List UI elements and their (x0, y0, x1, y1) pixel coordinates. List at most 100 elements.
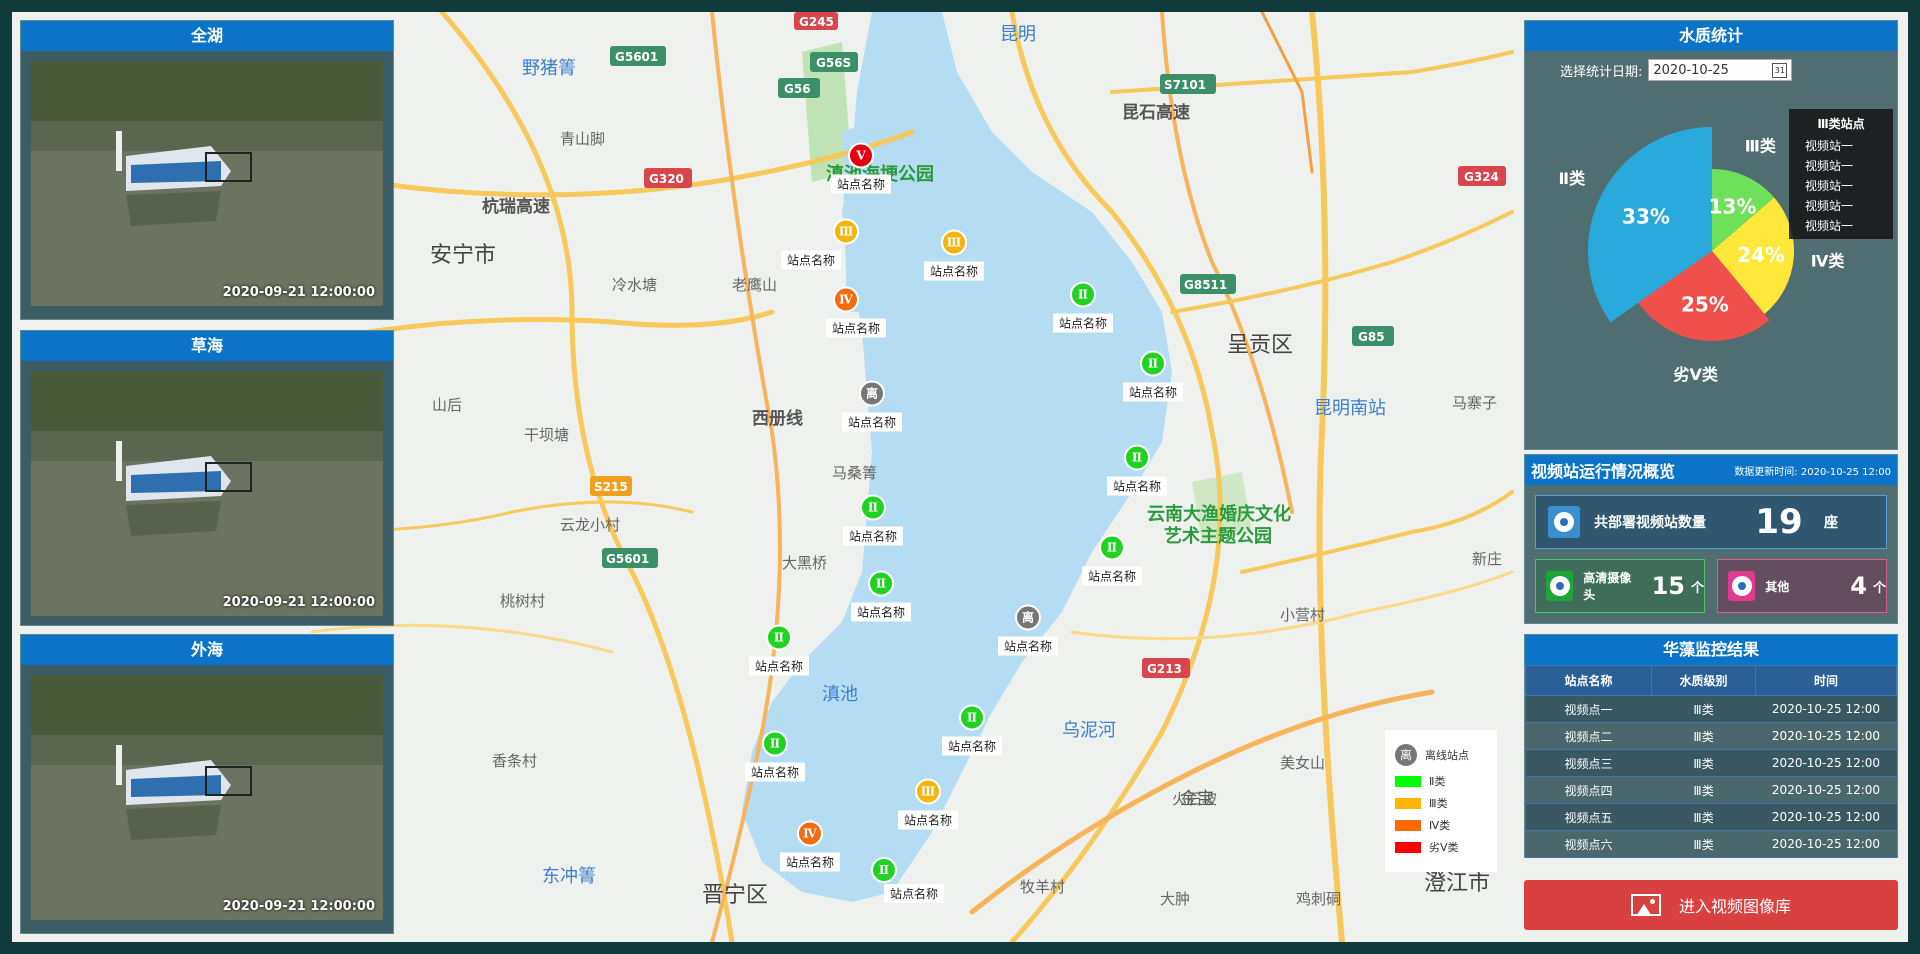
station-grade-icon: Ⅱ (1139, 350, 1166, 377)
svg-text:G324: G324 (1464, 170, 1499, 184)
camera-panel-caohai[interactable]: 草海 2020-09-21 12:00:00 (20, 330, 394, 626)
svg-text:马桑箐: 马桑箐 (832, 464, 877, 482)
camera-timestamp: 2020-09-21 12:00:00 (222, 595, 375, 610)
legend-label: Ⅳ类 (1429, 819, 1451, 832)
hd-value: 15 (1651, 572, 1685, 600)
total-unit: 座 (1824, 515, 1838, 531)
svg-text:澄江市: 澄江市 (1424, 871, 1490, 896)
station-marker[interactable]: Ⅱ 站点名称 (748, 624, 810, 676)
station-marker[interactable]: Ⅱ 站点名称 (744, 730, 806, 782)
legend-label: 离线站点 (1425, 749, 1469, 762)
other-value: 4 (1850, 572, 1867, 600)
station-label: 站点名称 (1122, 382, 1184, 402)
svg-text:安宁市: 安宁市 (430, 243, 496, 268)
svg-text:G56S: G56S (816, 56, 851, 70)
camera-timestamp: 2020-09-21 12:00:00 (222, 285, 375, 300)
svg-text:昆明: 昆明 (1000, 24, 1036, 45)
legend-label: Ⅱ类 (1429, 775, 1446, 788)
station-marker[interactable]: 离 站点名称 (997, 604, 1059, 656)
date-value: 2020-10-25 (1653, 62, 1729, 78)
station-grade-icon: Ⅳ (832, 286, 859, 313)
station-grade-icon: 离 (1014, 604, 1041, 631)
station-marker[interactable]: Ⅱ 站点名称 (1122, 350, 1184, 402)
station-label: 站点名称 (780, 250, 841, 270)
svg-text:桃树村: 桃树村 (500, 592, 545, 610)
overview-title: 视频站运行情况概览 (1531, 462, 1676, 481)
station-grade-icon: Ⅲ (833, 218, 859, 245)
tooltip-item: 视频站一 (1805, 139, 1854, 153)
svg-text:乌泥河: 乌泥河 (1062, 720, 1116, 741)
camera-feed[interactable]: 2020-09-21 12:00:00 (31, 371, 383, 616)
svg-text:杭瑞高速: 杭瑞高速 (482, 196, 550, 217)
station-label: 站点名称 (1081, 566, 1143, 586)
svg-text:呈贡区: 呈贡区 (1227, 333, 1293, 358)
camera-panel-quanhu[interactable]: 全湖 2020-09-21 12:00:00 (20, 20, 394, 320)
svg-text:云龙小村: 云龙小村 (560, 516, 620, 534)
calendar-icon[interactable]: 31 (1772, 62, 1788, 78)
other-unit: 个 (1872, 580, 1886, 596)
camera-icon (1728, 571, 1756, 601)
water-quality-title: 水质统计 (1525, 21, 1897, 51)
svg-text:西册线: 西册线 (752, 408, 803, 429)
station-grade-icon: Ⅳ (796, 820, 823, 847)
other-camera-card: 其他 4 个 (1717, 559, 1887, 613)
svg-text:野猪箐: 野猪箐 (522, 58, 576, 79)
station-marker[interactable]: Ⅲ 站点名称 (780, 218, 859, 270)
station-marker[interactable]: Ⅱ 站点名称 (1081, 534, 1143, 586)
station-label: 站点名称 (997, 636, 1059, 656)
camera-timestamp: 2020-09-21 12:00:00 (222, 899, 375, 914)
station-marker[interactable]: Ⅲ 站点名称 (897, 778, 959, 830)
camera-icon (1546, 571, 1574, 601)
table-row[interactable]: 视频点三 Ⅲ类 2020-10-25 12:00 (1525, 749, 1897, 777)
station-label: 站点名称 (1052, 313, 1114, 333)
station-marker[interactable]: 离 站点名称 (841, 380, 903, 432)
date-input[interactable]: 2020-10-25 31 (1648, 59, 1793, 81)
video-station-overview: 视频站运行情况概览 数据更新时间: 2020-10-25 12:00 共部署视频… (1524, 454, 1898, 624)
camera-title: 草海 (21, 331, 393, 361)
station-label: 站点名称 (941, 736, 1003, 756)
svg-text:昆石高速: 昆石高速 (1122, 102, 1190, 123)
svg-text:青山脚: 青山脚 (560, 130, 605, 148)
table-row[interactable]: 视频点六 Ⅲ类 2020-10-25 12:00 (1525, 830, 1897, 858)
svg-text:G5601: G5601 (615, 50, 658, 64)
svg-text:老鹰山: 老鹰山 (732, 276, 777, 294)
svg-text:艺术主题公园: 艺术主题公园 (1164, 525, 1272, 547)
svg-text:小营村: 小营村 (1280, 606, 1325, 624)
table-row[interactable]: 视频点四 Ⅲ类 2020-10-25 12:00 (1525, 776, 1897, 804)
camera-feed[interactable]: 2020-09-21 12:00:00 (31, 61, 383, 306)
svg-text:云南大渔婚庆文化: 云南大渔婚庆文化 (1147, 503, 1291, 525)
station-label: 站点名称 (850, 602, 912, 622)
pie-category-label: Ⅲ类 (1745, 137, 1777, 156)
table-row[interactable]: 视频点五 Ⅲ类 2020-10-25 12:00 (1525, 803, 1897, 831)
station-marker[interactable]: Ⅱ 站点名称 (1106, 444, 1168, 496)
gallery-button-label: 进入视频图像库 (1678, 897, 1791, 916)
station-grade-icon: Ⅲ (940, 229, 967, 256)
pie-category-label: Ⅱ类 (1559, 169, 1587, 188)
tooltip-title: Ⅲ类站点 (1817, 117, 1865, 131)
video-gallery-button[interactable]: 进入视频图像库 (1524, 880, 1898, 930)
station-marker[interactable]: Ⅱ 站点名称 (842, 494, 904, 546)
pie-percent-label: 13% (1709, 194, 1757, 218)
legend-swatch (1395, 775, 1421, 787)
svg-text:G5601: G5601 (606, 552, 649, 566)
legend-label: 劣Ⅴ类 (1429, 841, 1459, 854)
camera-title: 全湖 (21, 21, 393, 51)
svg-text:G8511: G8511 (1184, 278, 1227, 292)
station-marker[interactable]: Ⅱ 站点名称 (850, 570, 912, 622)
station-marker[interactable]: Ⅴ 站点名称 (830, 142, 892, 194)
camera-feed[interactable]: 2020-09-21 12:00:00 (31, 675, 383, 920)
camera-panel-waihai[interactable]: 外海 2020-09-21 12:00:00 (20, 634, 394, 934)
legend-label: Ⅲ类 (1429, 797, 1448, 810)
station-marker[interactable]: Ⅱ 站点名称 (941, 704, 1003, 756)
station-label: 站点名称 (825, 318, 887, 338)
station-marker[interactable]: Ⅱ 站点名称 (1052, 281, 1114, 333)
tooltip-item: 视频站一 (1805, 219, 1854, 233)
legend-swatch (1395, 819, 1421, 831)
station-marker[interactable]: Ⅳ 站点名称 (806, 286, 887, 338)
station-marker[interactable]: Ⅱ 站点名称 (824, 857, 945, 903)
table-row[interactable]: 视频点二 Ⅲ类 2020-10-25 12:00 (1525, 722, 1897, 750)
hd-label: 高清摄像头 (1583, 571, 1632, 602)
date-label: 选择统计日期: (1560, 64, 1643, 80)
station-marker[interactable]: Ⅲ 站点名称 (923, 229, 985, 281)
table-row[interactable]: 视频点一 Ⅲ类 2020-10-25 12:00 (1525, 695, 1897, 723)
